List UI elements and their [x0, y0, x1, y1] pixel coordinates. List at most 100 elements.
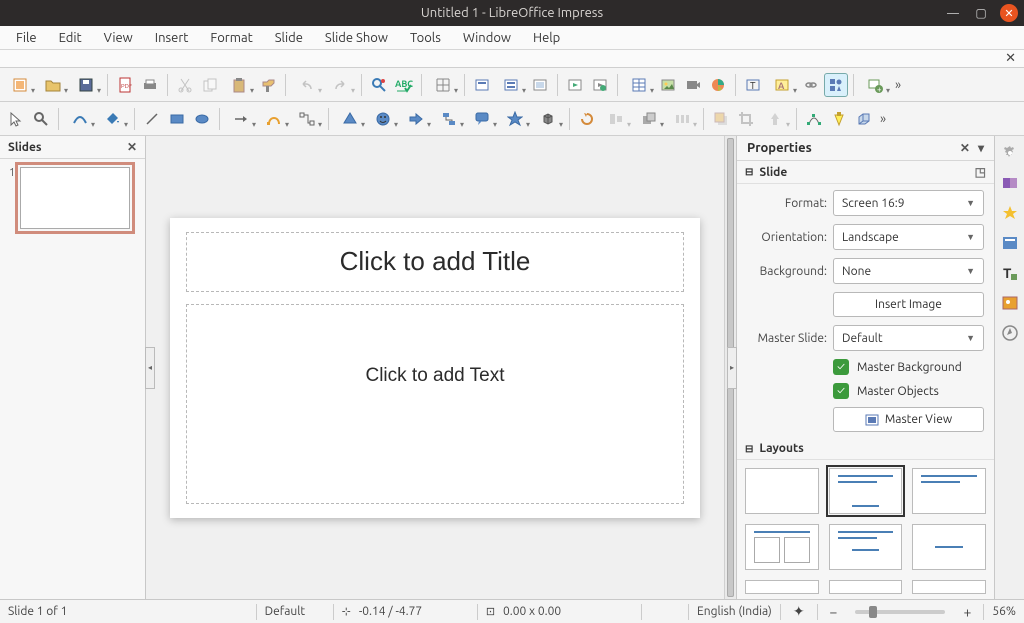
window-minimize-button[interactable]: —: [944, 4, 962, 22]
line-color-button[interactable]: ▾: [64, 107, 96, 131]
line-tool[interactable]: [140, 107, 164, 131]
insert-fontwork-button[interactable]: A▾: [766, 73, 798, 97]
master-slide-button[interactable]: [528, 73, 552, 97]
zoom-slider[interactable]: [855, 610, 945, 614]
cut-button[interactable]: [173, 73, 197, 97]
menu-file[interactable]: File: [6, 28, 47, 48]
properties-close-icon[interactable]: ✕: [960, 141, 970, 155]
orientation-select[interactable]: Landscape▼: [833, 224, 984, 250]
zoom-out-button[interactable]: −: [826, 604, 842, 620]
menu-window[interactable]: Window: [453, 28, 521, 48]
callouts-tool[interactable]: ▾: [466, 107, 498, 131]
undo-button[interactable]: ▾: [291, 73, 323, 97]
menu-slide[interactable]: Slide: [265, 28, 313, 48]
zoom-in-button[interactable]: +: [959, 604, 975, 620]
spellcheck-button[interactable]: ABC: [392, 73, 416, 97]
select-tool[interactable]: [4, 107, 28, 131]
tab-master-slides-icon[interactable]: [999, 232, 1021, 254]
slide-thumbnail-1[interactable]: 1: [20, 167, 130, 229]
rectangle-tool[interactable]: [165, 107, 189, 131]
crop-image-tool[interactable]: [734, 107, 758, 131]
flowchart-tool[interactable]: ▾: [433, 107, 465, 131]
tab-slide-transition-icon[interactable]: [999, 172, 1021, 194]
zoom-tool[interactable]: [29, 107, 53, 131]
layout-two-content[interactable]: [745, 524, 819, 570]
connectors-tool[interactable]: ▾: [291, 107, 323, 131]
redo-button[interactable]: ▾: [324, 73, 356, 97]
right-pane-toggle[interactable]: ▸: [727, 347, 737, 389]
basic-shapes-tool[interactable]: ▾: [334, 107, 366, 131]
tab-styles-icon[interactable]: T: [999, 262, 1021, 284]
insert-image-button[interactable]: [656, 73, 680, 97]
fit-slide-button[interactable]: ✦: [789, 603, 809, 620]
copy-button[interactable]: [198, 73, 222, 97]
open-button[interactable]: ▾: [37, 73, 69, 97]
new-slide-button[interactable]: +▾: [859, 73, 891, 97]
menu-view[interactable]: View: [94, 28, 143, 48]
arrange-tool[interactable]: ▾: [633, 107, 665, 131]
layout-title-content-2[interactable]: [829, 524, 903, 570]
insert-av-button[interactable]: [681, 73, 705, 97]
lines-arrows-tool[interactable]: ▾: [225, 107, 257, 131]
stars-tool[interactable]: ▾: [499, 107, 531, 131]
extrusion-tool[interactable]: [852, 107, 876, 131]
3d-objects-tool[interactable]: ▾: [532, 107, 564, 131]
insert-image-button[interactable]: Insert Image: [833, 292, 984, 317]
new-button[interactable]: ▾: [4, 73, 36, 97]
menu-help[interactable]: Help: [523, 28, 570, 48]
insert-textbox-button[interactable]: T: [741, 73, 765, 97]
slide-section-more-icon[interactable]: ◳: [975, 165, 986, 179]
background-select[interactable]: None▼: [833, 258, 984, 284]
snap-grid-button[interactable]: ▾: [427, 73, 459, 97]
find-replace-button[interactable]: [367, 73, 391, 97]
collapse-icon[interactable]: ⊟: [745, 443, 753, 455]
layout-9[interactable]: [912, 580, 986, 594]
tab-gallery-icon[interactable]: [999, 292, 1021, 314]
tab-properties-icon[interactable]: [999, 142, 1021, 164]
master-background-checkbox[interactable]: ✓ Master Background: [833, 359, 984, 375]
insert-hyperlink-button[interactable]: [799, 73, 823, 97]
left-pane-toggle[interactable]: ◂: [145, 347, 155, 389]
display-views-dropdown[interactable]: ▾: [495, 73, 527, 97]
collapse-icon[interactable]: ⊟: [745, 166, 753, 178]
start-first-slide-button[interactable]: [563, 73, 587, 97]
layout-title-only[interactable]: [912, 468, 986, 514]
insert-table-button[interactable]: ▾: [623, 73, 655, 97]
align-tool[interactable]: ▾: [600, 107, 632, 131]
glue-points-tool[interactable]: [827, 107, 851, 131]
layout-centered[interactable]: [912, 524, 986, 570]
layout-8[interactable]: [829, 580, 903, 594]
slide-canvas[interactable]: Click to add Title Click to add Text: [170, 218, 700, 518]
format-select[interactable]: Screen 16:9▼: [833, 190, 984, 216]
toolbar2-overflow[interactable]: »: [877, 107, 889, 131]
filter-tool[interactable]: ▾: [759, 107, 791, 131]
show-draw-functions-button[interactable]: [824, 73, 848, 97]
slides-panel-close[interactable]: ✕: [127, 140, 137, 154]
shadow-tool[interactable]: [709, 107, 733, 131]
display-views-button[interactable]: [470, 73, 494, 97]
zoom-value[interactable]: 56%: [992, 605, 1016, 618]
layout-blank[interactable]: [745, 468, 819, 514]
print-button[interactable]: [138, 73, 162, 97]
properties-menu-icon[interactable]: ▾: [978, 141, 984, 155]
slide-edit-area[interactable]: Click to add Title Click to add Text: [146, 136, 724, 599]
close-document-button[interactable]: ✕: [1005, 51, 1016, 66]
clone-formatting-button[interactable]: [256, 73, 280, 97]
menu-format[interactable]: Format: [200, 28, 262, 48]
menu-insert[interactable]: Insert: [145, 28, 199, 48]
status-language[interactable]: English (India): [697, 605, 772, 618]
points-tool[interactable]: [802, 107, 826, 131]
symbol-shapes-tool[interactable]: ▾: [367, 107, 399, 131]
export-pdf-button[interactable]: PDF: [113, 73, 137, 97]
tab-animation-icon[interactable]: [999, 202, 1021, 224]
fill-color-button[interactable]: ▾: [97, 107, 129, 131]
window-maximize-button[interactable]: ▢: [972, 4, 990, 22]
master-objects-checkbox[interactable]: ✓ Master Objects: [833, 383, 984, 399]
menu-slideshow[interactable]: Slide Show: [315, 28, 398, 48]
menu-edit[interactable]: Edit: [49, 28, 92, 48]
tab-navigator-icon[interactable]: [999, 322, 1021, 344]
toolbar-overflow[interactable]: »: [892, 73, 904, 97]
master-view-button[interactable]: Master View: [833, 407, 984, 432]
save-button[interactable]: ▾: [70, 73, 102, 97]
curves-tool[interactable]: ▾: [258, 107, 290, 131]
